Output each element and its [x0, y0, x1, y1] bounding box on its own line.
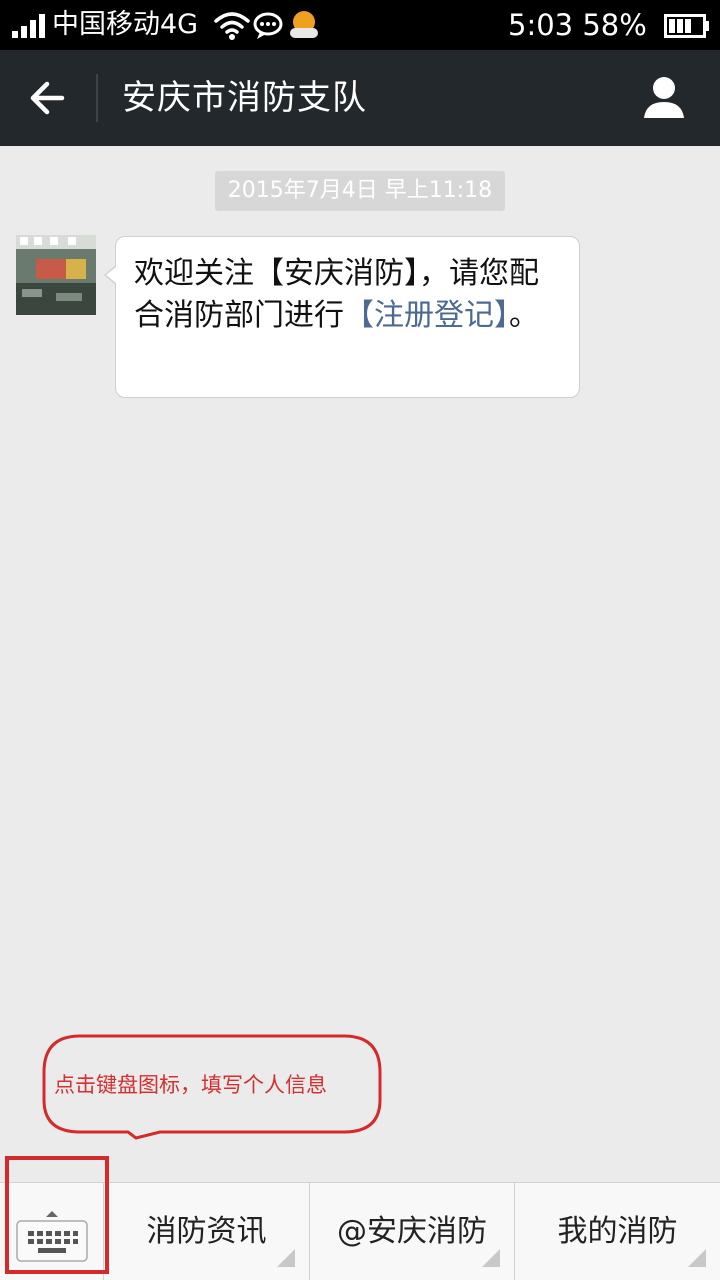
submenu-triangle-icon: [688, 1249, 706, 1267]
chat-icon: [253, 12, 283, 39]
menu-item-label: @安庆消防: [337, 1214, 487, 1249]
avatar[interactable]: [16, 235, 96, 315]
message-text: 欢迎关注【安庆消防】，请您配合消防部门进行【注册登记】。: [134, 253, 564, 337]
menu-item-label: 消防资讯: [146, 1214, 267, 1249]
message-text-after: 。: [509, 298, 539, 333]
battery-percent: 58%: [582, 8, 647, 42]
submenu-triangle-icon: [482, 1249, 500, 1267]
message-timestamp: 2015年7月4日 早上11:18: [215, 171, 505, 211]
clock-battery-text: 5:03 58%: [508, 8, 647, 42]
carrier-label: 中国移动4G: [52, 9, 199, 40]
title-bar: 安庆市消防支队: [0, 50, 720, 146]
weather-icon: [290, 11, 318, 38]
submenu-triangle-icon: [277, 1249, 295, 1267]
user-icon[interactable]: [636, 70, 692, 126]
callout-text: 点击键盘图标，填写个人信息: [54, 1073, 327, 1097]
menu-item-anqing-fire[interactable]: @安庆消防: [310, 1183, 515, 1280]
status-bar: 中国移动4G 5:03 58%: [0, 0, 720, 50]
signal-icon: [12, 14, 46, 38]
page-title: 安庆市消防支队: [122, 78, 367, 118]
wifi-icon: [214, 12, 250, 40]
register-link[interactable]: 【注册登记】: [344, 298, 509, 333]
menu-item-fire-news[interactable]: 消防资讯: [104, 1183, 310, 1280]
arrow-left-icon[interactable]: [16, 66, 80, 130]
keyboard-highlight-box: [5, 1156, 109, 1274]
message-bubble: 欢迎关注【安庆消防】，请您配合消防部门进行【注册登记】。: [104, 236, 580, 398]
menu-item-my-fire[interactable]: 我的消防: [515, 1183, 720, 1280]
header-divider: [96, 74, 98, 122]
menu-item-label: 我的消防: [557, 1214, 678, 1249]
time: 5:03: [508, 8, 574, 42]
battery-icon: [664, 14, 709, 38]
